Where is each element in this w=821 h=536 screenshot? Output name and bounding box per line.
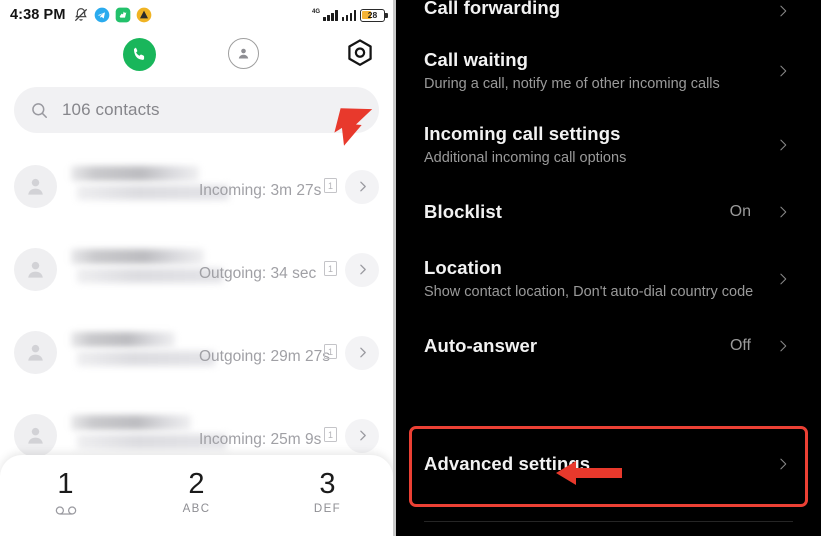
setting-value: On xyxy=(729,203,751,220)
call-log-row[interactable]: Incoming: 3m 27s 1 xyxy=(0,145,393,228)
gear-hexagon-icon xyxy=(348,39,372,66)
signal-bars-sim2-icon xyxy=(341,9,356,21)
chevron-right-icon xyxy=(780,5,787,17)
blurred-contact-number xyxy=(77,350,215,366)
call-log-contact: Outgoing: 34 sec xyxy=(71,244,345,296)
status-bar-system-icons: 4G 28 xyxy=(311,8,388,22)
voicemail-icon xyxy=(55,506,76,515)
setting-item-call-forwarding[interactable]: Call forwarding xyxy=(424,0,793,22)
phone-app-panel: 4:38 PM 4G 28 106 contacts Incoming: 3m … xyxy=(0,0,393,536)
chevron-right-icon xyxy=(780,458,787,470)
setting-title: Auto-answer xyxy=(424,335,538,356)
orange-app-icon xyxy=(136,7,151,23)
call-settings-panel: Call forwarding Call waiting During a ca… xyxy=(396,0,821,536)
search-placeholder: 106 contacts xyxy=(62,100,160,119)
dialpad-key-1[interactable]: 1 xyxy=(0,469,131,515)
dialpad-key-1-number: 1 xyxy=(57,468,74,500)
setting-title: Call forwarding xyxy=(424,0,561,18)
avatar xyxy=(14,248,57,291)
call-log-row[interactable]: Outgoing: 29m 27s 1 xyxy=(0,311,393,394)
battery-icon: 28 xyxy=(360,8,388,22)
dialpad-key-3-number: 3 xyxy=(319,468,336,500)
network-type-label: 4G xyxy=(311,8,320,15)
setting-title: Call waiting xyxy=(424,49,528,70)
battery-percent-label: 28 xyxy=(367,10,378,20)
chevron-right-icon xyxy=(780,139,787,151)
status-bar-clock: 4:38 PM xyxy=(10,7,66,23)
green-app-icon xyxy=(115,7,130,23)
chevron-right-icon xyxy=(780,273,787,285)
call-log-info: Outgoing: 34 sec xyxy=(199,264,317,282)
call-details-button[interactable] xyxy=(345,169,379,204)
contacts-tab[interactable] xyxy=(228,38,259,69)
call-log-row[interactable]: Outgoing: 34 sec 1 xyxy=(0,228,393,311)
avatar xyxy=(14,165,57,208)
setting-item-incoming-call-settings[interactable]: Incoming call settings Additional incomi… xyxy=(424,122,793,168)
signal-bars-sim1-icon xyxy=(323,9,338,21)
bottom-divider xyxy=(424,521,793,522)
sim-badge: 1 xyxy=(324,261,337,276)
dialpad-key-3[interactable]: 3 DEF xyxy=(262,469,393,515)
sim-badge: 1 xyxy=(324,344,337,359)
setting-subtitle: Additional incoming call options xyxy=(424,150,627,166)
call-log-info: Outgoing: 29m 27s xyxy=(199,347,330,365)
call-details-button[interactable] xyxy=(345,418,379,453)
blurred-contact-name xyxy=(71,165,199,181)
sim-badge: 1 xyxy=(324,178,337,193)
blurred-contact-name xyxy=(71,414,191,430)
search-input[interactable]: 106 contacts xyxy=(14,87,379,133)
setting-value: Off xyxy=(729,337,751,354)
dialpad-key-2-number: 2 xyxy=(188,468,205,500)
call-log-info: Incoming: 3m 27s xyxy=(199,181,322,199)
telegram-icon xyxy=(94,7,109,23)
setting-title: Location xyxy=(424,257,502,278)
call-log-info: Incoming: 25m 9s xyxy=(199,430,322,448)
settings-tab[interactable] xyxy=(345,38,375,73)
search-icon xyxy=(32,102,47,118)
dialpad-sheet: 1 2 ABC 3 DEF xyxy=(0,455,393,536)
setting-item-advanced-settings[interactable]: Advanced settings xyxy=(424,452,793,485)
call-details-button[interactable] xyxy=(345,335,379,370)
setting-title: Incoming call settings xyxy=(424,123,621,144)
setting-subtitle: Show contact location, Don't auto-dial c… xyxy=(424,284,754,300)
setting-subtitle: During a call, notify me of other incomi… xyxy=(424,76,720,92)
dialpad-key-3-letters: DEF xyxy=(313,503,342,515)
call-log-contact: Incoming: 25m 9s xyxy=(71,410,345,462)
setting-item-call-waiting[interactable]: Call waiting During a call, notify me of… xyxy=(424,48,793,94)
chevron-right-icon xyxy=(780,206,787,218)
call-log-contact: Outgoing: 29m 27s xyxy=(71,327,345,379)
avatar xyxy=(14,331,57,374)
chevron-right-icon xyxy=(780,65,787,77)
call-log-list: Incoming: 3m 27s 1 Outgoing: 34 sec 1 Ou… xyxy=(0,145,393,477)
call-log-contact: Incoming: 3m 27s xyxy=(71,161,345,213)
sim-badge: 1 xyxy=(324,427,337,442)
status-bar: 4:38 PM 4G 28 xyxy=(0,0,393,30)
setting-title: Advanced settings xyxy=(424,453,591,474)
status-bar-notification-icons xyxy=(73,7,152,23)
dialpad-key-2[interactable]: 2 ABC xyxy=(131,469,262,515)
setting-item-location[interactable]: Location Show contact location, Don't au… xyxy=(424,256,793,302)
blurred-contact-name xyxy=(71,248,204,264)
phone-app-tabbar xyxy=(0,30,393,146)
person-icon xyxy=(228,38,259,69)
phone-tab[interactable] xyxy=(123,38,156,71)
dialpad-key-2-letters: ABC xyxy=(182,503,211,515)
chevron-right-icon xyxy=(780,340,787,352)
setting-item-auto-answer[interactable]: Auto-answer Off xyxy=(424,334,793,358)
setting-item-blocklist[interactable]: Blocklist On xyxy=(424,200,793,224)
screenshot-root: 4:38 PM 4G 28 106 contacts Incoming: 3m … xyxy=(0,0,821,536)
bell-muted-icon xyxy=(74,8,87,22)
call-details-button[interactable] xyxy=(345,252,379,287)
setting-title: Blocklist xyxy=(424,201,503,222)
phone-icon xyxy=(123,38,156,71)
blurred-contact-name xyxy=(71,331,175,347)
avatar xyxy=(14,414,57,457)
